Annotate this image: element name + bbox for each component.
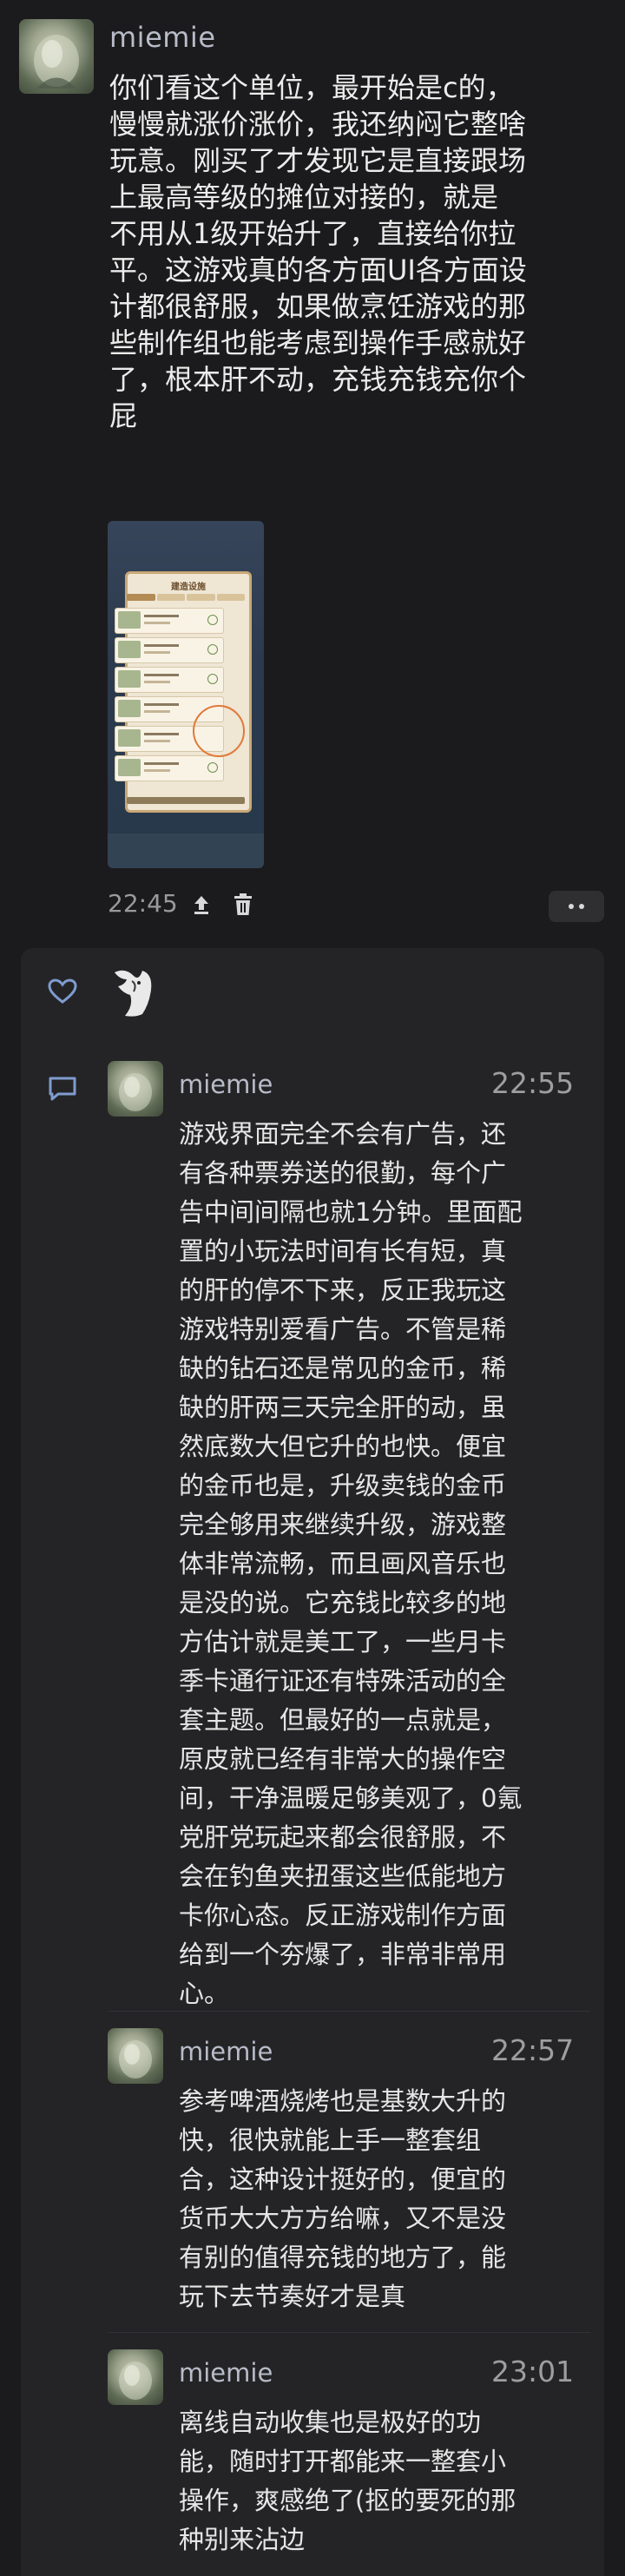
reply-author-name[interactable]: miemie xyxy=(179,2358,273,2388)
reply-divider xyxy=(108,2011,590,2012)
heart-outline-icon xyxy=(48,978,77,1004)
thumb-highlight-circle xyxy=(193,705,245,757)
reply-time: 22:55 xyxy=(491,1066,575,1100)
reply-divider xyxy=(108,2332,590,2333)
post-time: 22:45 xyxy=(108,889,178,918)
comment-bubble-icon xyxy=(49,1077,76,1101)
reply-avatar[interactable] xyxy=(108,2349,163,2405)
share-up-icon xyxy=(194,896,208,914)
reply-text: 参考啤酒烧烤也是基数大升的 快，很快就能上手一整套组 合，这种设计挺好的，便宜的… xyxy=(179,2086,507,2311)
post-author-avatar[interactable] xyxy=(19,19,94,94)
share-button[interactable] xyxy=(186,889,217,920)
thumb-bottom-bar xyxy=(127,797,245,804)
reply-author-name[interactable]: miemie xyxy=(179,2037,273,2066)
post-author-name[interactable]: miemie xyxy=(109,21,216,54)
post-image-thumbnail[interactable]: 建造设施 xyxy=(108,521,264,868)
liker-avatar[interactable] xyxy=(108,964,165,1021)
thumb-footer xyxy=(108,833,264,868)
more-dots-icon xyxy=(569,904,584,909)
post-body-text: 你们看这个单位，最开始是c的， 慢慢就涨价涨价，我还纳闷它整啥 玩意。刚买了才发… xyxy=(109,71,527,432)
thumb-row xyxy=(115,608,224,634)
reply-author-name[interactable]: miemie xyxy=(179,1070,273,1099)
thumb-tabs xyxy=(127,594,245,601)
reply-avatar[interactable] xyxy=(108,2028,163,2084)
thumb-row xyxy=(115,667,224,693)
reply-text: 游戏界面完全不会有广告，还 有各种票券送的很勤，每个广 告中间间隔也就1分钟。里… xyxy=(179,1119,523,2008)
like-button[interactable] xyxy=(45,976,80,1007)
reply-time: 23:01 xyxy=(491,2355,575,2388)
delete-button[interactable] xyxy=(227,889,259,920)
reply-avatar[interactable] xyxy=(108,1061,163,1117)
reply-time: 22:57 xyxy=(491,2033,575,2067)
thumb-row xyxy=(115,755,224,781)
comment-button[interactable] xyxy=(45,1073,80,1104)
trash-icon xyxy=(234,893,252,915)
thumb-row xyxy=(115,637,224,663)
more-button[interactable] xyxy=(549,891,604,922)
reply-text: 离线自动收集也是极好的功 能，随时打开都能来一整套小 操作，爽感绝了(抠的要死的… xyxy=(179,2408,516,2554)
thumb-panel-title: 建造设施 xyxy=(171,583,206,592)
